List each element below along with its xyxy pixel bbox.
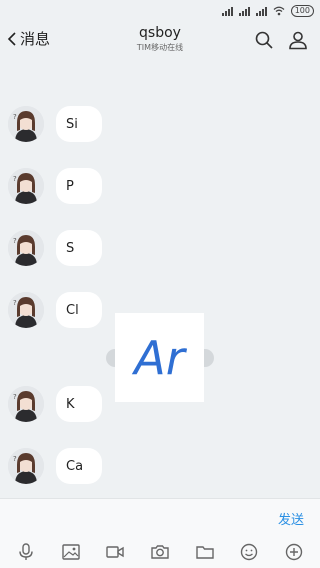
message-row: ? Ca [8,448,102,484]
message-list: ? Si ? P ? S ? Cl ? K ? Ca [0,58,320,498]
svg-text:?: ? [13,393,17,401]
camera-icon[interactable] [149,541,171,563]
message-row: ? K [8,386,102,422]
svg-text:?: ? [13,175,17,183]
search-icon[interactable] [254,30,274,50]
profile-icon[interactable] [288,30,308,50]
input-toolbar [0,536,320,568]
signal-icon [221,6,233,16]
chat-header: 消息 qsboy TIM移动在线 [0,22,320,58]
wifi-icon [273,6,285,16]
message-row: ? Cl [8,292,102,328]
svg-text:?: ? [13,113,17,121]
message-input[interactable] [10,505,260,533]
image-icon[interactable] [60,541,82,563]
input-bar: 发送 [0,498,320,537]
message-bubble[interactable]: Ca [56,448,102,484]
send-button[interactable]: 发送 [278,509,304,528]
floating-element-card: Ar [115,313,204,402]
svg-text:?: ? [13,237,17,245]
avatar[interactable]: ? [8,106,44,142]
signal-icon [255,6,267,16]
avatar[interactable]: ? [8,386,44,422]
plus-icon[interactable] [283,541,305,563]
battery-indicator: 100 [290,5,314,17]
message-bubble[interactable]: Si [56,106,102,142]
message-bubble[interactable]: K [56,386,102,422]
microphone-icon[interactable] [15,541,37,563]
message-bubble[interactable]: Cl [56,292,102,328]
message-bubble[interactable]: S [56,230,102,266]
avatar[interactable]: ? [8,448,44,484]
emoji-icon[interactable] [238,541,260,563]
signal-icon [238,6,250,16]
avatar[interactable]: ? [8,230,44,266]
svg-text:?: ? [13,455,17,463]
avatar[interactable]: ? [8,292,44,328]
video-icon[interactable] [104,541,126,563]
folder-icon[interactable] [194,541,216,563]
svg-text:?: ? [13,299,17,307]
message-row: ? P [8,168,102,204]
message-row: ? S [8,230,102,266]
status-bar: 100 [0,0,320,22]
avatar[interactable]: ? [8,168,44,204]
message-bubble[interactable]: P [56,168,102,204]
message-row: ? Si [8,106,102,142]
chat-screen: 100 消息 qsboy TIM移动在线 ? Si ? P ? S ? Cl ?… [0,0,320,568]
